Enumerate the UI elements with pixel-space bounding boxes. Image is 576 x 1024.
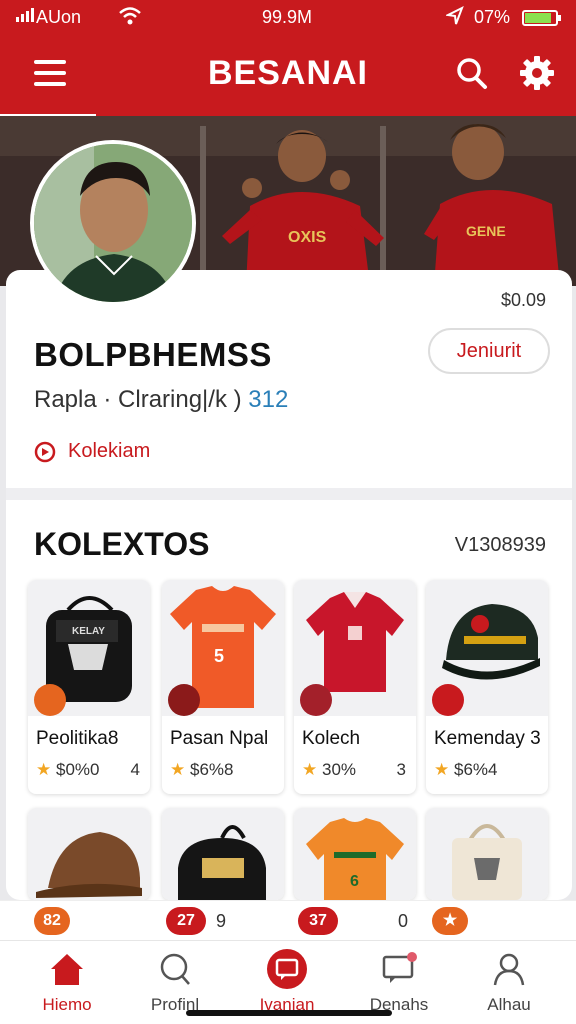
app-title: BESANAI: [207, 54, 369, 92]
profile-price: $0.09: [500, 290, 546, 310]
user-icon: [493, 953, 525, 986]
tote-icon: [426, 808, 548, 900]
tab-home[interactable]: Hiemo: [12, 947, 122, 1015]
jersey-icon: 6: [294, 808, 416, 900]
tab-account[interactable]: Alhau: [454, 947, 564, 1015]
crest-icon: [300, 684, 332, 716]
product-qty: 3: [396, 760, 406, 779]
location-arrow-icon: [446, 6, 464, 25]
follow-button[interactable]: Jeniurit: [428, 328, 550, 374]
svg-text:OXIS: OXIS: [288, 229, 327, 246]
section-divider: [6, 488, 572, 500]
count-badge: 82: [34, 907, 70, 935]
count-badge: 27: [166, 907, 206, 935]
product-card[interactable]: 6: [294, 808, 416, 900]
profile-meta-number: 312: [248, 386, 289, 413]
star-icon: ★: [36, 760, 52, 779]
clock: 99.9M: [262, 7, 313, 27]
bag-icon: [162, 808, 284, 900]
product-name: Peolitika8: [36, 728, 119, 749]
avatar[interactable]: [30, 140, 196, 306]
star-icon: ★: [434, 760, 450, 779]
home-icon: [51, 954, 83, 985]
top-bar: AUon 99.9M 07% BESANAI: [0, 0, 576, 116]
tab-label: Alhau: [487, 995, 531, 1014]
profile-meta: Rapla · Clraring|/k ) 312: [34, 386, 288, 414]
battery-percent: 07%: [474, 7, 511, 27]
search-icon[interactable]: [454, 56, 488, 90]
svg-text:5: 5: [214, 646, 224, 666]
product-price: ★ $6%4: [434, 760, 498, 779]
gear-icon[interactable]: [518, 54, 556, 92]
svg-text:GENE: GENE: [466, 223, 506, 239]
tab-label: Hiemo: [42, 995, 92, 1014]
tab-messages[interactable]: Denahs: [344, 947, 454, 1015]
product-card[interactable]: Kemenday 3 ★ $6%4: [426, 580, 548, 794]
flag-icon: [34, 684, 66, 716]
star-icon: ★: [432, 907, 468, 935]
location-row[interactable]: Kolekiam: [34, 440, 150, 463]
count-text: 0: [398, 911, 409, 931]
tab-cart[interactable]: Ivanjan: [232, 947, 342, 1015]
star-icon: ★: [170, 760, 186, 779]
svg-text:6: 6: [350, 873, 359, 890]
profile-name: BOLPBHEMSS: [34, 336, 272, 373]
chat-icon: [267, 949, 307, 989]
svg-text:KELAY: KELAY: [72, 626, 105, 637]
product-price: ★ $6%8: [170, 760, 234, 779]
collection-title: KOLEXTOS: [34, 526, 210, 562]
product-price: ★ 30%: [302, 760, 357, 779]
product-card[interactable]: 5 Pasan Npal ★ $6%8: [162, 580, 284, 794]
status-bar: AUon 99.9M 07%: [0, 0, 576, 36]
summary-strip: 82 27 9 37 0 ★: [0, 900, 576, 940]
product-qty: 4: [130, 760, 140, 779]
product-card[interactable]: [28, 808, 150, 900]
signal-icon: [16, 8, 34, 22]
star-icon: ★: [302, 760, 318, 779]
home-indicator: [186, 1010, 392, 1016]
battery-icon: [522, 10, 561, 26]
product-name: Kolech: [302, 728, 361, 749]
profile-meta-text: Rapla · Clraring|/k ): [34, 386, 249, 413]
product-card[interactable]: KELAY Peolitika8 ★ $0%0 4: [28, 580, 150, 794]
wifi-icon: [119, 7, 141, 25]
location-label: Kolekiam: [68, 440, 151, 462]
count-badge: 37: [298, 907, 338, 935]
product-card[interactable]: Kolech ★ 30% 3: [294, 580, 416, 794]
star-icon: [432, 684, 464, 716]
carrier-label: AUon: [36, 7, 82, 27]
message-icon: [382, 952, 417, 983]
count-text: 9: [216, 911, 227, 931]
avatar-photo: [34, 144, 192, 302]
product-price: ★ $0%0: [36, 760, 100, 779]
crest-icon: [168, 684, 200, 716]
profile-card: $0.09 BOLPBHEMSS Jeniurit Rapla · Clrari…: [6, 270, 572, 900]
search-icon: [160, 953, 190, 985]
product-card[interactable]: [426, 808, 548, 900]
product-name: Kemenday 3: [434, 728, 541, 749]
product-name: Pasan Npal: [170, 728, 269, 749]
product-card[interactable]: [162, 808, 284, 900]
location-pin-icon: [34, 441, 56, 462]
tab-profile[interactable]: Profinl: [120, 947, 230, 1015]
cap-icon: [28, 808, 150, 900]
collection-count[interactable]: V1308939: [455, 534, 546, 557]
app-header: BESANAI: [0, 36, 576, 116]
